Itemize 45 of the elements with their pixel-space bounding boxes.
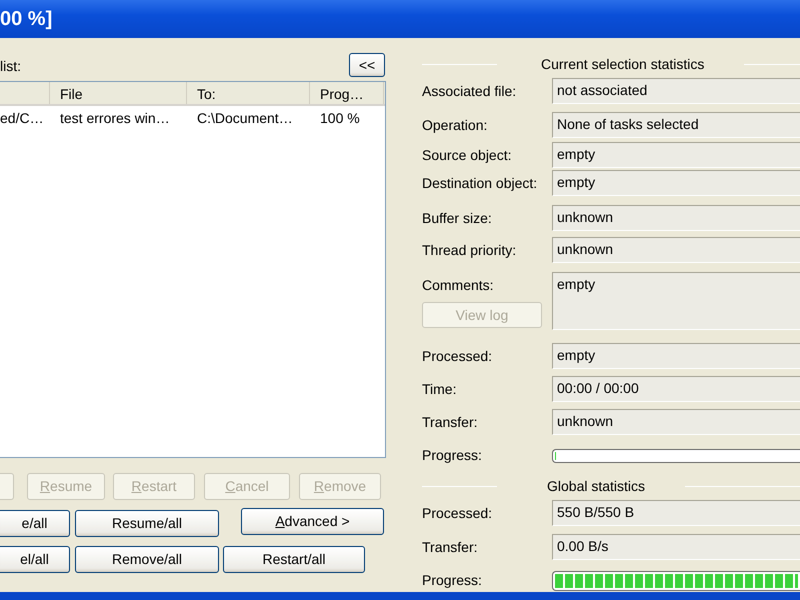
column-header[interactable]: To: bbox=[187, 82, 310, 104]
value-field: 0.00 B/s bbox=[552, 534, 800, 560]
value-field: empty bbox=[552, 343, 800, 369]
task-button[interactable]: el/all bbox=[0, 546, 70, 573]
column-header[interactable]: Prog… bbox=[310, 82, 384, 104]
collapse-button[interactable]: << bbox=[349, 53, 385, 77]
field-label: Progress: bbox=[422, 572, 482, 588]
field-label: Associated file: bbox=[422, 83, 516, 99]
field-label: Buffer size: bbox=[422, 210, 492, 226]
field-label: Progress: bbox=[422, 447, 482, 463]
field-label: Time: bbox=[422, 381, 456, 397]
table-cell-text: C:\Document… bbox=[196, 109, 294, 128]
field-label: Comments: bbox=[422, 276, 495, 295]
field-label: Destination object: bbox=[422, 175, 538, 191]
window-title: 00 %] bbox=[0, 0, 800, 38]
field-label: Processed: bbox=[422, 505, 492, 521]
value-field: 00:00 / 00:00 bbox=[552, 376, 800, 402]
value-field: unknown bbox=[552, 409, 800, 435]
task-button[interactable]: Remove/all bbox=[75, 546, 219, 573]
value-field: empty bbox=[552, 142, 800, 168]
list-row[interactable]: ed/C… test errores win… C:\Document… 100 % bbox=[0, 106, 385, 132]
field-label: Processed: bbox=[422, 348, 492, 364]
section-title: Current selection statistics bbox=[541, 54, 704, 74]
field-label: Thread priority: bbox=[422, 242, 516, 258]
field-label: Source object: bbox=[422, 147, 512, 163]
field-label: Operation: bbox=[422, 117, 488, 133]
value-field: unknown bbox=[552, 237, 800, 263]
table-cell-text: 100 % bbox=[319, 109, 361, 128]
task-button[interactable]: Restart/all bbox=[223, 546, 365, 573]
task-button[interactable]: Advanced > bbox=[241, 508, 384, 535]
section-title: Global statistics bbox=[547, 476, 646, 496]
task-button[interactable]: e/all bbox=[0, 510, 70, 537]
comments-field: empty bbox=[552, 272, 800, 330]
table-cell-text: ed/C… bbox=[0, 109, 45, 128]
field-label: Transfer: bbox=[422, 414, 478, 430]
value-field: not associated bbox=[552, 78, 800, 104]
value-field: None of tasks selected bbox=[552, 112, 800, 138]
table-cell-text: test errores win… bbox=[59, 109, 171, 128]
list-label: list: bbox=[0, 57, 21, 76]
value-field: unknown bbox=[552, 205, 800, 231]
value-field: 550 B/550 B bbox=[552, 500, 800, 526]
column-header[interactable]: File bbox=[50, 82, 187, 104]
field-label: Transfer: bbox=[422, 539, 478, 555]
task-button[interactable]: Resume/all bbox=[75, 510, 219, 537]
value-field: empty bbox=[552, 170, 800, 196]
